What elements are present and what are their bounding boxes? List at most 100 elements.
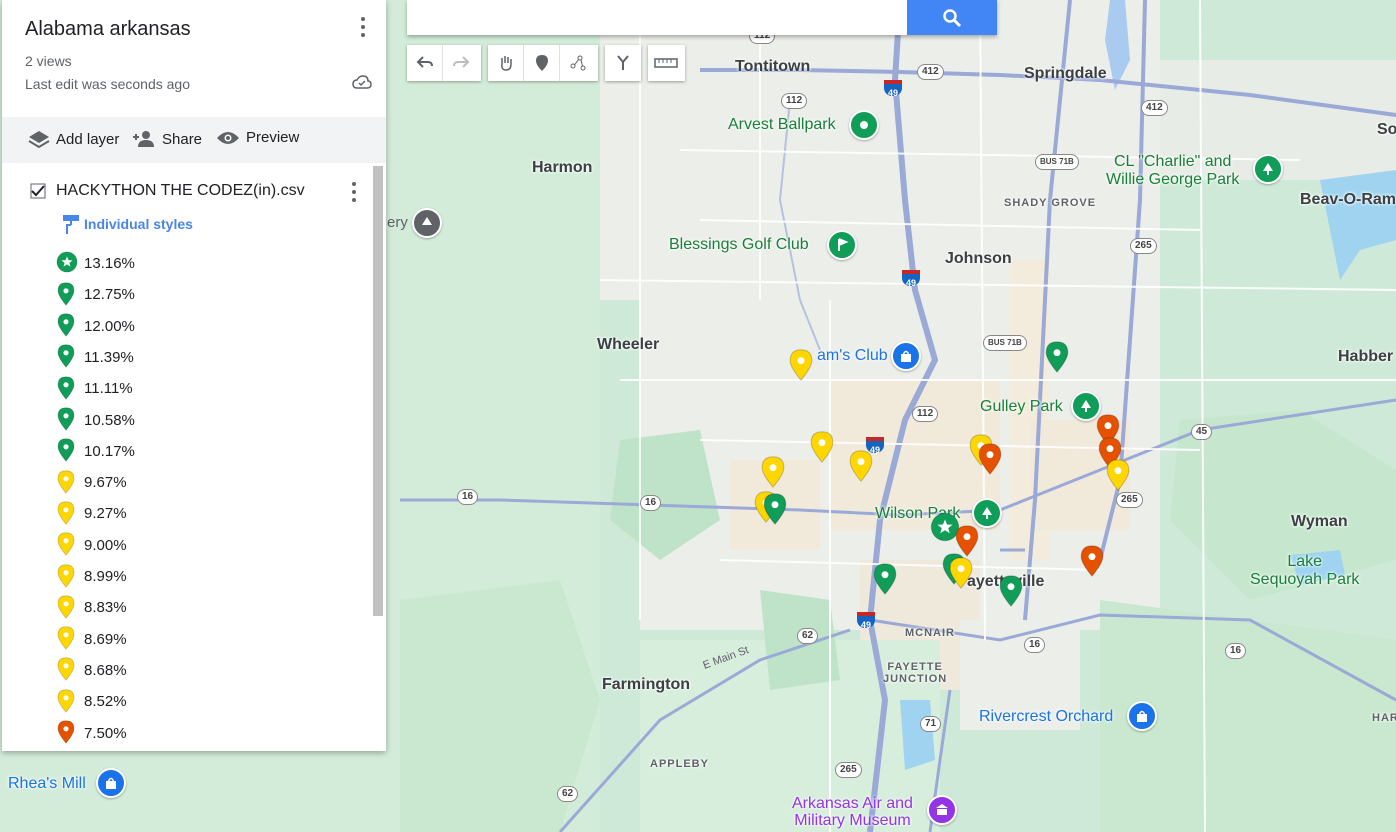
shopping-bag-icon[interactable] <box>891 341 921 371</box>
route-shield: 112 <box>912 406 939 422</box>
map-pin-icon[interactable] <box>998 574 1024 610</box>
map-pin-icon <box>56 501 80 527</box>
legend-row[interactable]: 11.39% <box>56 342 134 373</box>
legend-row[interactable]: 12.75% <box>56 279 135 310</box>
route-shield: 45 <box>1191 424 1213 440</box>
map-pin-icon[interactable] <box>760 455 786 491</box>
map-pin-icon[interactable] <box>1079 544 1105 580</box>
map-pin-icon[interactable] <box>948 556 974 592</box>
add-layer-button[interactable]: Add layer <box>28 129 119 149</box>
map-pin-icon[interactable] <box>1105 458 1131 494</box>
stadium-icon[interactable] <box>849 110 879 140</box>
legend-row[interactable]: 8.99% <box>56 561 127 592</box>
poi-label-arkansas-air-museum[interactable]: Arkansas Air and Military Museum <box>792 795 913 829</box>
legend-label: 9.27% <box>84 505 127 523</box>
star-marker-icon[interactable] <box>930 512 960 548</box>
town-label-wheeler: Wheeler <box>597 336 660 353</box>
map-pin-icon[interactable] <box>848 449 874 485</box>
legend-row[interactable]: 8.68% <box>56 655 127 686</box>
measure-button[interactable] <box>648 45 684 81</box>
poi-label-rivercrest-orchard[interactable]: Rivercrest Orchard <box>979 708 1113 726</box>
redo-button[interactable] <box>443 45 479 81</box>
add-layer-label: Add layer <box>56 130 120 148</box>
map-pin-icon <box>56 689 80 715</box>
undo-redo-group <box>407 45 481 81</box>
map-options-menu-icon[interactable] <box>353 15 373 39</box>
town-label-beav-o-ram: Beav-O-Ram <box>1300 191 1396 208</box>
legend-row[interactable]: 10.58% <box>56 405 135 436</box>
town-label-harmon: Harmon <box>532 159 593 176</box>
poi-label-blessings-golf-club[interactable]: Blessings Golf Club <box>669 236 809 254</box>
town-label-so: So <box>1377 121 1396 138</box>
route-shield: 16 <box>1225 643 1247 659</box>
poi-label-lake-sequoyah-park[interactable]: Lake Sequoyah Park <box>1250 553 1359 589</box>
layer-options-menu-icon[interactable] <box>344 180 364 204</box>
legend-label: 12.75% <box>84 286 135 304</box>
legend-row[interactable]: 13.16% <box>56 248 135 279</box>
map-pin-icon <box>56 376 80 402</box>
legend-row[interactable]: 8.52% <box>56 686 127 717</box>
golf-icon[interactable] <box>827 230 857 260</box>
interstate-shield: 49 <box>857 612 875 630</box>
draw-line-button[interactable] <box>560 45 596 81</box>
poi-label-gulley-park[interactable]: Gulley Park <box>980 398 1063 416</box>
search-input[interactable] <box>407 0 897 35</box>
legend-label: 12.00% <box>84 317 135 335</box>
legend-label: 8.69% <box>84 630 127 648</box>
legend-row[interactable]: 7.50% <box>56 718 127 749</box>
map-pin-icon <box>56 532 80 558</box>
map-pin-icon <box>56 344 80 370</box>
poi-label-sams-club[interactable]: am's Club <box>817 347 888 365</box>
poi-label-arvest-ballpark[interactable]: Arvest Ballpark <box>728 116 836 134</box>
legend-label: 8.99% <box>84 568 127 585</box>
shopping-bag-icon[interactable] <box>1127 701 1157 731</box>
legend-row[interactable]: 10.17% <box>56 436 135 467</box>
town-label-johnson: Johnson <box>945 250 1012 267</box>
map-pin-icon <box>56 438 80 464</box>
interstate-shield: 49 <box>902 270 920 288</box>
poi-label-rheas-mill[interactable]: Rhea's Mill <box>8 775 86 793</box>
legend-row[interactable]: 8.83% <box>56 592 127 623</box>
legend-row[interactable]: 12.00% <box>56 311 135 342</box>
add-directions-button[interactable] <box>605 45 641 81</box>
map-pin-icon[interactable] <box>788 348 814 384</box>
legend-row[interactable]: 9.27% <box>56 498 127 529</box>
legend-row[interactable]: 8.69% <box>56 624 127 655</box>
directions-icon <box>617 55 629 70</box>
legend-row[interactable]: 11.11% <box>56 373 133 404</box>
last-edit-status: Last edit was seconds ago <box>25 76 190 92</box>
route-shield: 16 <box>640 495 662 511</box>
legend-row[interactable]: 9.67% <box>56 467 127 498</box>
map-pin-icon[interactable] <box>1044 340 1070 376</box>
map-pin-icon[interactable] <box>762 492 788 528</box>
undo-button[interactable] <box>407 45 443 81</box>
map-pin-icon[interactable] <box>809 430 835 466</box>
legend-label: 8.83% <box>84 599 127 617</box>
individual-styles-link[interactable]: Individual styles <box>84 216 193 232</box>
poi-label-cl-charlie-park[interactable]: CL "Charlie" and Willie George Park <box>1106 153 1239 189</box>
route-shield: 62 <box>797 628 819 644</box>
layer-visibility-checkbox[interactable] <box>30 183 46 199</box>
map-title[interactable]: Alabama arkansas <box>25 18 191 41</box>
search-button[interactable] <box>907 0 997 35</box>
eye-icon <box>217 131 239 144</box>
route-shield-bus: BUS 71B <box>983 335 1027 351</box>
layer-section: HACKYTHON THE CODEZ(in).csv Individual s… <box>2 166 372 751</box>
museum-icon[interactable] <box>927 795 957 825</box>
legend-label: 10.58% <box>84 411 135 429</box>
search-box[interactable] <box>407 0 997 35</box>
map-pin-icon[interactable] <box>977 442 1003 478</box>
legend-label: 8.68% <box>84 661 127 679</box>
panel-scrollbar[interactable] <box>373 166 383 616</box>
select-hand-button[interactable] <box>488 45 524 81</box>
share-button[interactable]: Share <box>132 129 202 149</box>
neighborhood-label-fayette-junction: FAYETTE JUNCTION <box>883 661 948 685</box>
map-pin-icon[interactable] <box>872 562 898 598</box>
add-marker-button[interactable] <box>524 45 560 81</box>
cemetery-icon[interactable] <box>412 208 442 238</box>
layer-name[interactable]: HACKYTHON THE CODEZ(in).csv <box>56 182 305 200</box>
park-tree-icon[interactable] <box>1253 154 1283 184</box>
preview-button[interactable]: Preview <box>216 129 299 146</box>
legend-row[interactable]: 9.00% <box>56 530 127 561</box>
shopping-bag-icon[interactable] <box>96 768 126 798</box>
